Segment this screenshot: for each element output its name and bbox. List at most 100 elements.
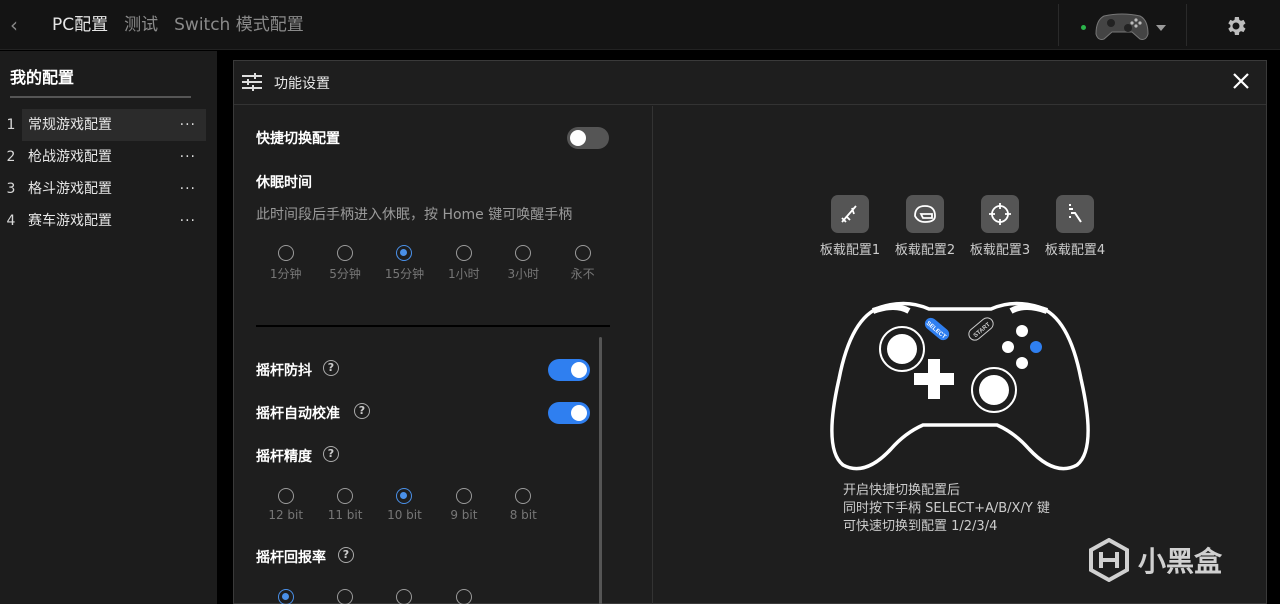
tab-switch-config[interactable]: Switch 模式配置: [174, 14, 304, 36]
radio-button[interactable]: [515, 488, 532, 504]
precision-option[interactable]: 8 bit: [494, 488, 553, 522]
sleep-option[interactable]: 15分钟: [375, 245, 434, 282]
helmet-icon: [906, 195, 944, 233]
close-icon[interactable]: [1231, 71, 1251, 91]
radio-label: 12 bit: [268, 508, 304, 522]
sleep-option[interactable]: 5分钟: [315, 245, 374, 282]
radio-label: 15分钟: [384, 267, 425, 281]
radio-label: 10 bit: [387, 508, 422, 522]
onboard-config-4[interactable]: 板载配置4: [1037, 195, 1113, 258]
sleep-time-label: 休眠时间: [256, 175, 312, 191]
sleep-time-options: 1分钟 5分钟 15分钟 1小时 3小时 永不: [256, 245, 612, 282]
onboard-config-3[interactable]: 板载配置3: [962, 195, 1038, 258]
config-item-2[interactable]: 2 枪战游戏配置 ···: [0, 141, 206, 173]
toggle-knob: [570, 130, 586, 146]
config-item-3[interactable]: 3 格斗游戏配置 ···: [0, 173, 206, 205]
precision-option[interactable]: 10 bit: [375, 488, 434, 522]
radio-button[interactable]: [455, 488, 472, 504]
help-icon[interactable]: ?: [323, 446, 339, 462]
stick-report-rate-options: [256, 589, 494, 604]
chevron-down-icon[interactable]: [1156, 25, 1166, 31]
sleep-time-description: 此时间段后手柄进入休眠，按 Home 键可唤醒手柄: [256, 207, 573, 223]
more-icon[interactable]: ···: [180, 181, 196, 197]
radio-button[interactable]: [277, 245, 294, 261]
radio-button[interactable]: [337, 245, 354, 261]
report-rate-option[interactable]: [315, 589, 374, 604]
config-label: 常规游戏配置: [22, 109, 206, 141]
heybox-logo-icon: [1089, 538, 1129, 582]
function-settings-dialog: 功能设置 快捷切换配置 休眠时间 此时间段后手柄进入休眠，按 Home 键可唤醒…: [233, 60, 1267, 604]
watermark: 小黑盒: [1088, 538, 1222, 582]
watermark-text: 小黑盒: [1138, 545, 1223, 578]
divider: [256, 325, 610, 327]
radio-label: 永不: [570, 267, 595, 281]
radio-button[interactable]: [337, 589, 354, 604]
precision-option[interactable]: 11 bit: [315, 488, 374, 522]
radio-button[interactable]: [515, 245, 532, 261]
radio-button[interactable]: [277, 488, 294, 504]
quick-switch-toggle[interactable]: [567, 127, 609, 149]
precision-option[interactable]: 9 bit: [434, 488, 493, 522]
help-icon[interactable]: ?: [323, 360, 339, 376]
radio-button-selected[interactable]: [277, 589, 294, 604]
tab-pc-config[interactable]: PC配置: [52, 14, 108, 36]
radio-button[interactable]: [455, 589, 472, 604]
radio-button-selected[interactable]: [396, 488, 413, 504]
radio-button[interactable]: [337, 488, 354, 504]
onboard-config-1[interactable]: 板载配置1: [812, 195, 888, 258]
tab-test[interactable]: 测试: [124, 14, 158, 36]
config-item-4[interactable]: 4 赛车游戏配置 ···: [0, 205, 206, 237]
toggle-knob: [571, 405, 587, 421]
sleep-option[interactable]: 3小时: [494, 245, 553, 282]
toggle-knob: [571, 362, 587, 378]
config-label: 枪战游戏配置: [28, 149, 112, 165]
hint-line: 开启快捷切换配置后: [843, 483, 961, 498]
sword-icon: [831, 195, 869, 233]
gamepad-device-icon[interactable]: [1094, 10, 1150, 42]
crosshair-icon: [981, 195, 1019, 233]
top-bar: ‹ PC配置 测试 Switch 模式配置: [0, 0, 1280, 50]
hint-line: 同时按下手柄 SELECT+A/B/X/Y 键: [843, 501, 1050, 516]
help-icon[interactable]: ?: [338, 547, 354, 563]
dialog-title: 功能设置: [274, 76, 330, 92]
radio-button[interactable]: [396, 589, 413, 604]
divider: [652, 106, 653, 604]
config-item-1[interactable]: 1 常规游戏配置 ···: [0, 109, 206, 141]
radio-button[interactable]: [455, 245, 472, 261]
radio-label: 8 bit: [509, 508, 537, 522]
sleep-option[interactable]: 永不: [553, 245, 612, 282]
radio-button-selected[interactable]: [396, 245, 413, 261]
more-icon[interactable]: ···: [180, 213, 196, 229]
onboard-config-label: 板载配置1: [819, 243, 881, 258]
config-index: 2: [6, 149, 16, 165]
onboard-config-label: 板载配置2: [894, 243, 956, 258]
gear-icon[interactable]: [1224, 14, 1248, 38]
back-icon[interactable]: ‹: [10, 14, 28, 36]
report-rate-option[interactable]: [256, 589, 315, 604]
radio-label: 1分钟: [269, 267, 302, 281]
stick-autocal-toggle[interactable]: [548, 402, 590, 424]
help-icon[interactable]: ?: [354, 403, 370, 419]
config-index: 3: [6, 181, 16, 197]
onboard-config-2[interactable]: 板载配置2: [887, 195, 963, 258]
radio-label: 9 bit: [450, 508, 478, 522]
more-icon[interactable]: ···: [180, 117, 196, 133]
stick-precision-options: 12 bit 11 bit 10 bit 9 bit 8 bit: [256, 488, 553, 522]
radio-label: 11 bit: [327, 508, 363, 522]
sleep-option[interactable]: 1分钟: [256, 245, 315, 282]
stick-antishake-label: 摇杆防抖: [256, 363, 312, 379]
sliders-icon: [242, 73, 262, 91]
report-rate-option[interactable]: [375, 589, 434, 604]
dialog-header: 功能设置: [234, 61, 1266, 105]
scrollbar[interactable]: [599, 337, 602, 604]
config-index: 1: [6, 117, 16, 133]
stick-antishake-toggle[interactable]: [548, 359, 590, 381]
precision-option[interactable]: 12 bit: [256, 488, 315, 522]
config-list: 1 常规游戏配置 ··· 2 枪战游戏配置 ··· 3 格斗游戏配置 ··· 4…: [0, 109, 206, 237]
report-rate-option[interactable]: [434, 589, 493, 604]
sleep-option[interactable]: 1小时: [434, 245, 493, 282]
config-tabs: PC配置 测试 Switch 模式配置: [52, 14, 304, 36]
more-icon[interactable]: ···: [180, 149, 196, 165]
radio-button[interactable]: [574, 245, 591, 261]
quick-switch-label: 快捷切换配置: [256, 131, 340, 147]
